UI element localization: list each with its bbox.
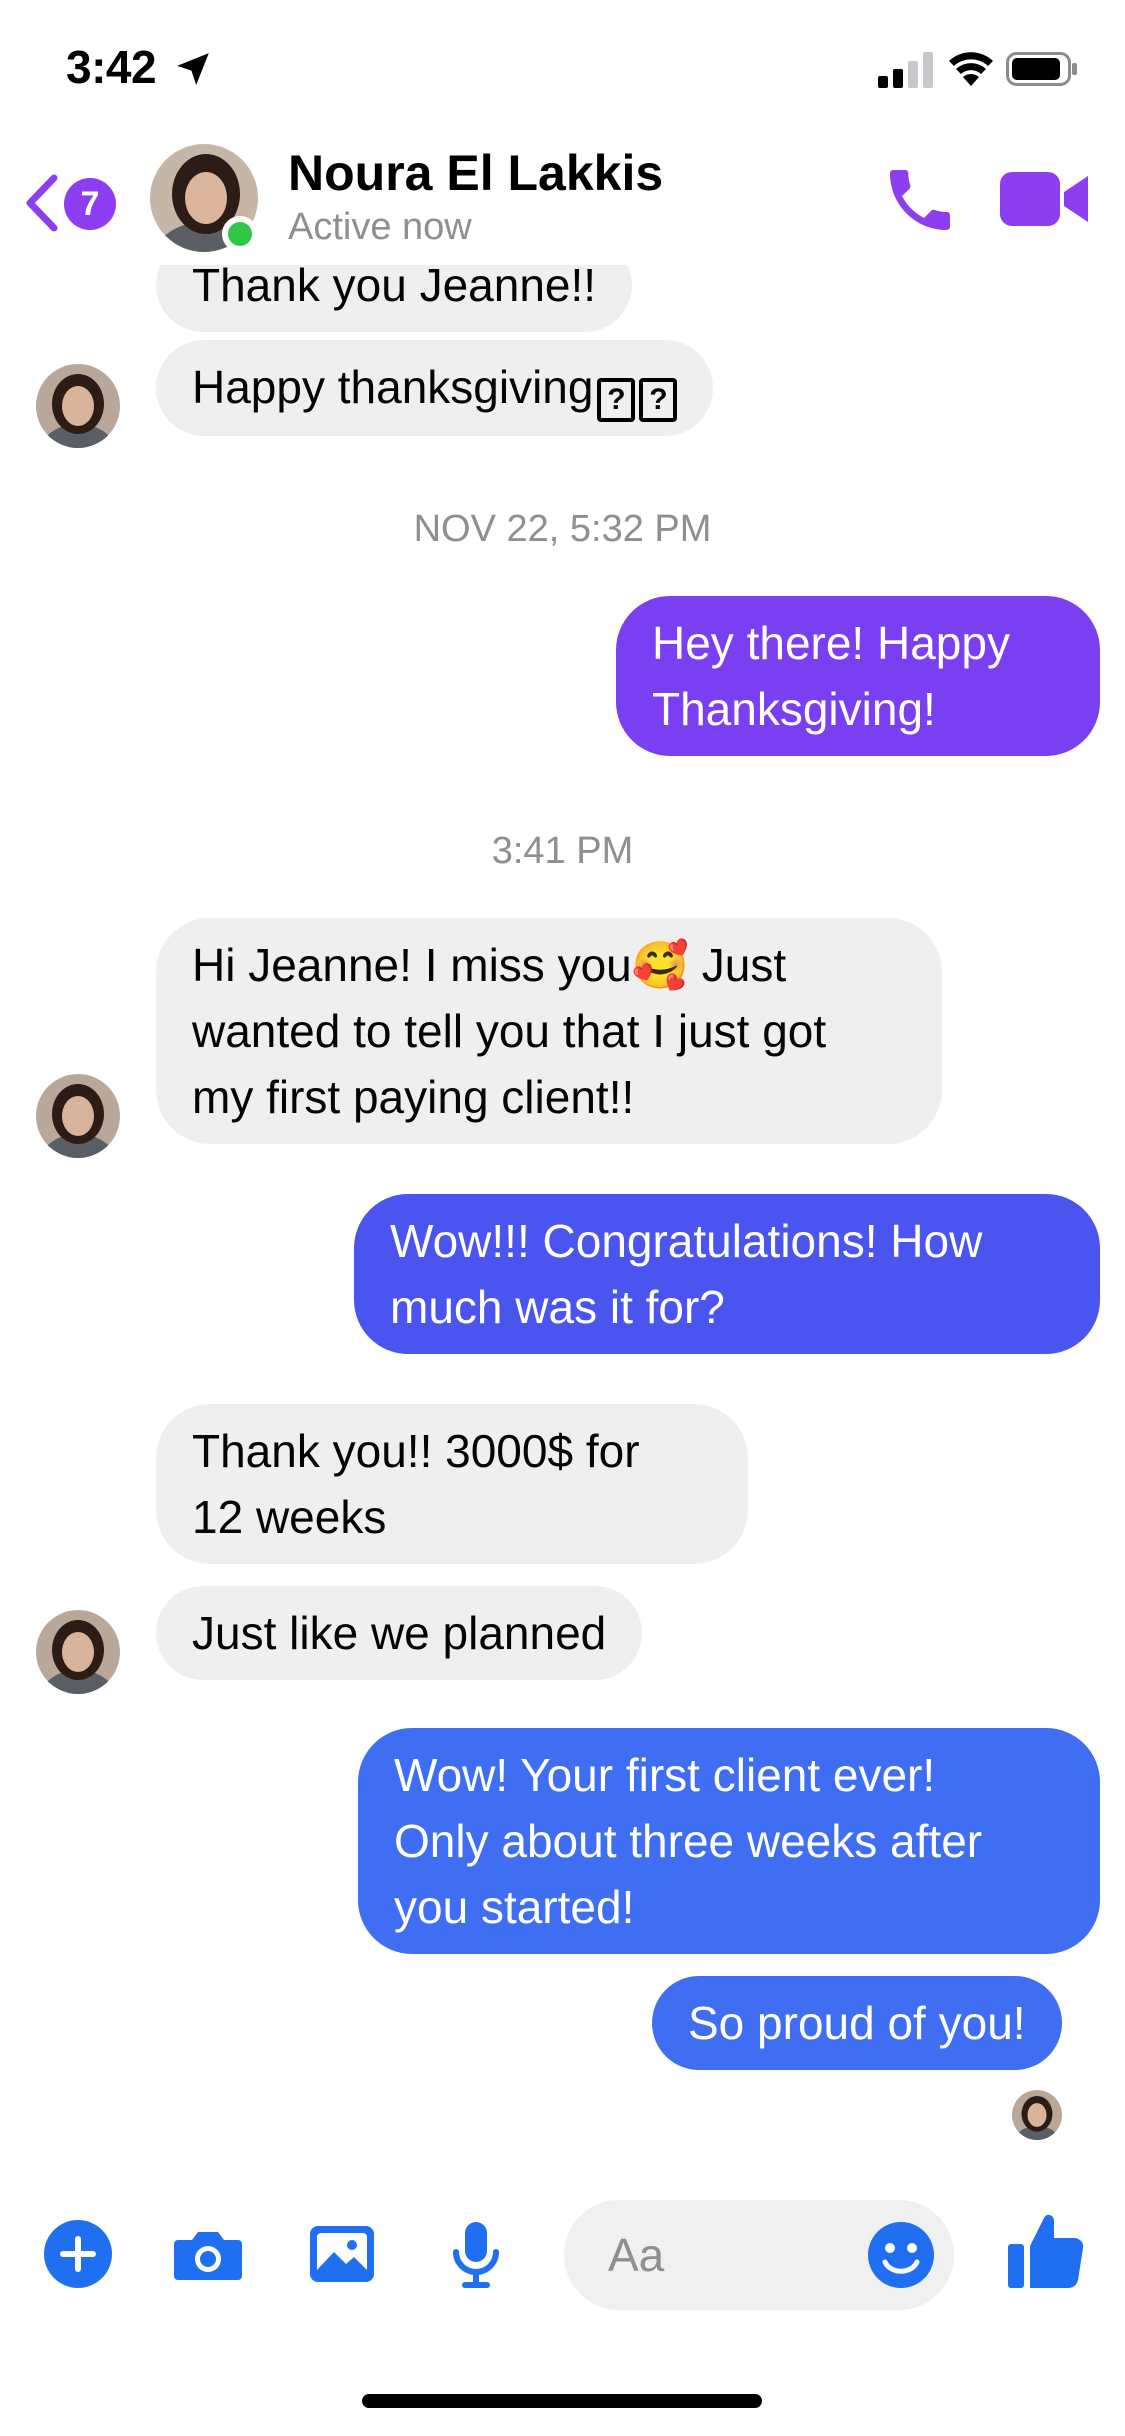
status-time: 3:42 — [66, 41, 157, 93]
message-bubble-incoming[interactable]: Just like we planned — [156, 1586, 643, 1680]
contact-status: Active now — [288, 206, 472, 248]
message-bubble-outgoing[interactable]: So proud of you! — [652, 1976, 1062, 2070]
plus-icon[interactable] — [38, 2214, 118, 2294]
message-text: Thank you Jeanne!! — [192, 259, 597, 311]
unrendered-glyph-box: ? — [597, 378, 636, 422]
message-line: you started! — [394, 1881, 635, 1933]
timestamp-divider: NOV 22, 5:32 PM — [413, 508, 712, 550]
sender-avatar[interactable] — [36, 1610, 120, 1694]
wifi-icon — [949, 52, 993, 86]
message-line: Wow! Your first client ever! — [394, 1749, 936, 1801]
online-indicator — [222, 216, 258, 252]
message-bubble-incoming[interactable]: Thank you!! 3000$ for 12 weeks — [156, 1404, 748, 1564]
conversation-header: 7 Noura El Lakkis Active now — [0, 130, 1125, 265]
message-composer — [0, 2190, 1125, 2320]
location-arrow-icon — [177, 53, 209, 85]
home-indicator[interactable] — [362, 2394, 762, 2408]
thumbs-up-icon[interactable] — [1004, 2208, 1088, 2292]
message-text: So proud of you! — [688, 1997, 1026, 2049]
video-camera-icon[interactable] — [1000, 164, 1090, 234]
message-text: Hi Jeanne! I miss you — [192, 939, 632, 991]
back-button[interactable]: 7 — [22, 168, 122, 238]
message-bubble-outgoing[interactable]: Hey there! Happy Thanksgiving! — [616, 596, 1100, 756]
emoji-icon[interactable] — [866, 2220, 936, 2290]
back-chevron-icon — [26, 174, 58, 232]
smiling-hearts-emoji: 🥰 — [631, 939, 690, 991]
message-list[interactable]: Thank you Jeanne!! Happy thanksgiving?? … — [0, 0, 1125, 2200]
sender-avatar[interactable] — [36, 364, 120, 448]
message-text: Just — [689, 939, 787, 991]
microphone-icon[interactable] — [436, 2214, 516, 2294]
message-line: 12 weeks — [192, 1491, 387, 1543]
read-receipt-avatar — [1012, 2090, 1062, 2140]
unread-count-badge: 7 — [64, 178, 116, 230]
contact-name[interactable]: Noura El Lakkis — [288, 144, 663, 202]
camera-icon[interactable] — [168, 2214, 248, 2294]
unrendered-glyph-box: ? — [639, 378, 678, 422]
message-text: Happy thanksgiving — [192, 361, 594, 413]
message-line: Thanksgiving! — [652, 683, 936, 735]
message-line: Thank you!! 3000$ for — [192, 1425, 640, 1477]
message-text: Just like we planned — [192, 1607, 607, 1659]
message-line: Only about three weeks after — [394, 1815, 983, 1867]
message-line: Wow!!! Congratulations! How — [390, 1215, 983, 1267]
message-line: Hey there! Happy — [652, 617, 1010, 669]
message-line: much was it for? — [390, 1281, 725, 1333]
battery-icon — [1006, 52, 1077, 86]
message-bubble-outgoing[interactable]: Wow!!! Congratulations! How much was it … — [354, 1194, 1100, 1354]
timestamp-divider: 3:41 PM — [491, 830, 634, 872]
message-bubble-incoming[interactable]: Hi Jeanne! I miss you🥰 Just wanted to te… — [156, 918, 942, 1144]
phone-icon[interactable] — [880, 160, 960, 240]
message-bubble-incoming[interactable]: Happy thanksgiving?? — [156, 340, 714, 436]
signal-icon — [878, 52, 933, 88]
image-icon[interactable] — [302, 2214, 382, 2294]
message-line: Hi Jeanne! I miss you🥰 Just — [192, 932, 906, 998]
message-line: wanted to tell you that I just got — [192, 1005, 827, 1057]
message-bubble-outgoing[interactable]: Wow! Your first client ever! Only about … — [358, 1728, 1100, 1954]
sender-avatar[interactable] — [36, 1074, 120, 1158]
message-line: my first paying client!! — [192, 1071, 635, 1123]
status-bar: 3:42 — [0, 0, 1125, 138]
